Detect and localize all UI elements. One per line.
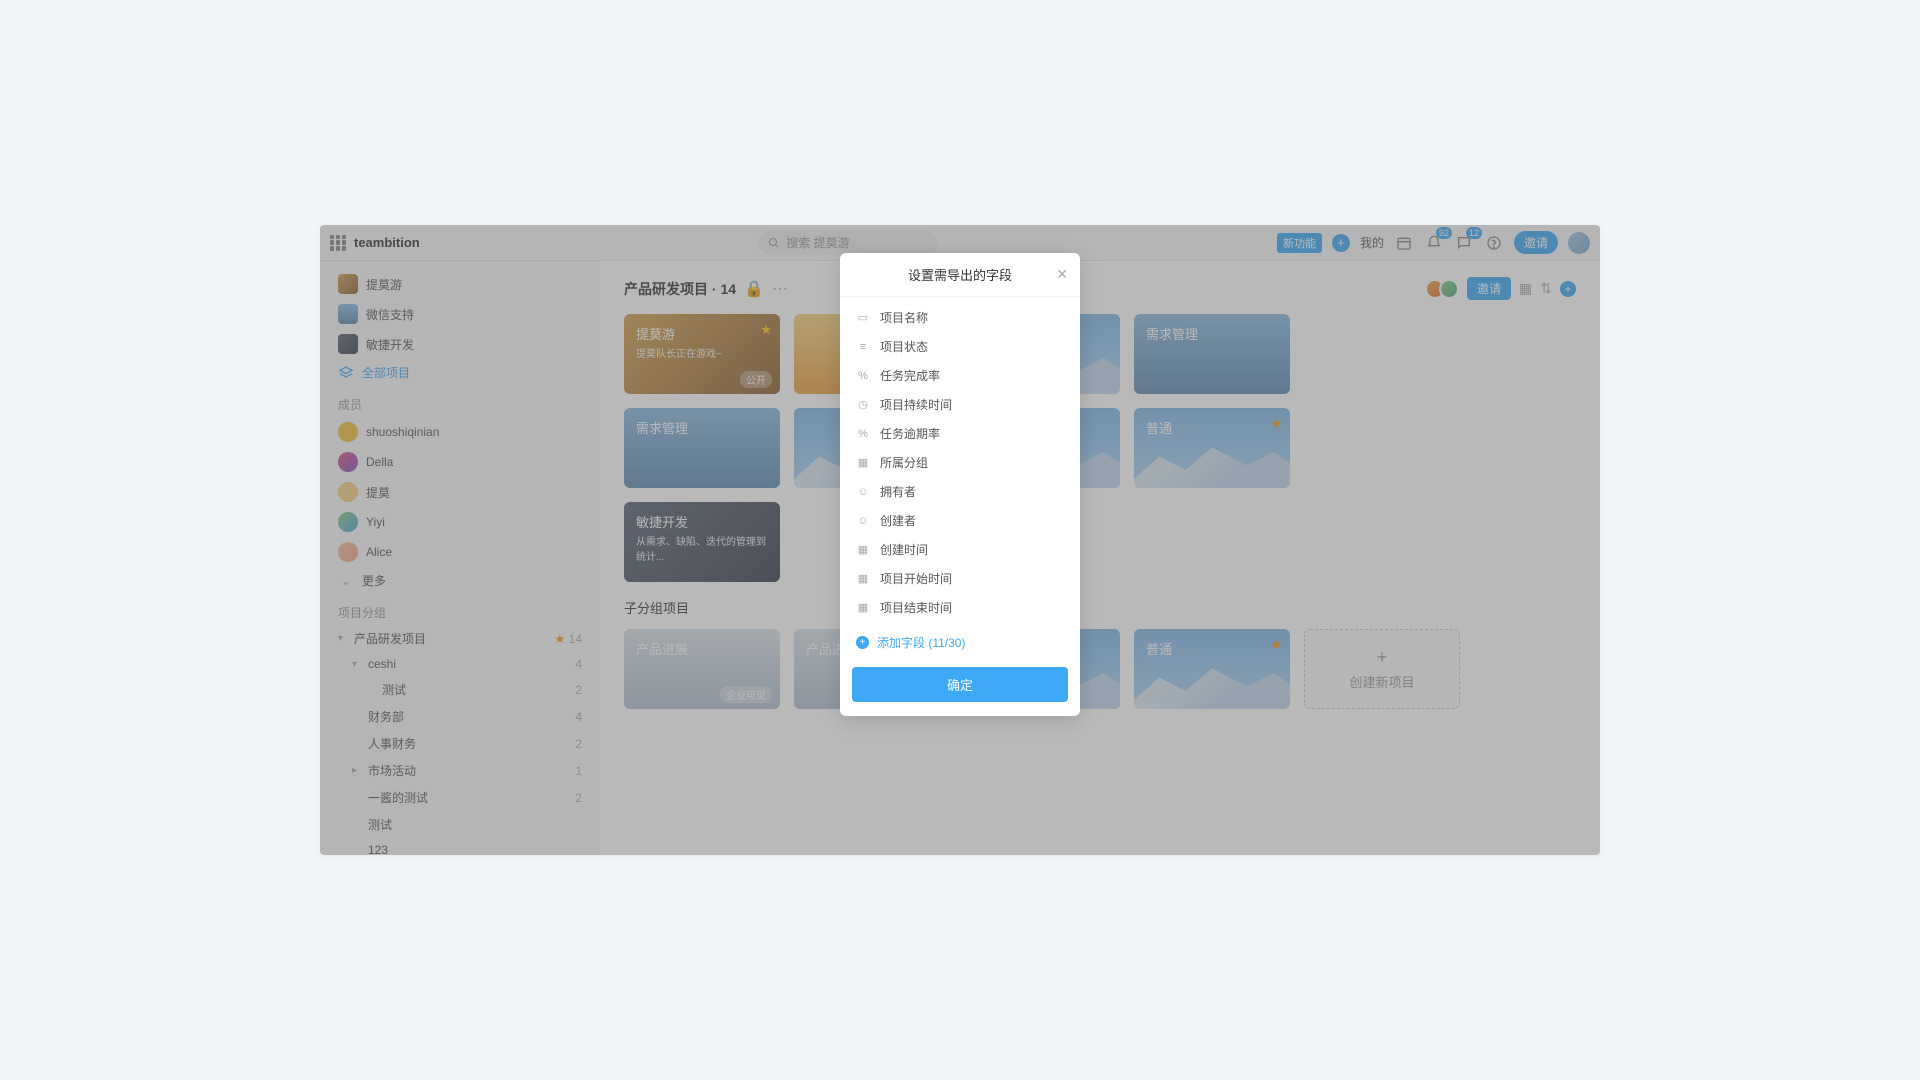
field-type-icon: %: [856, 369, 870, 383]
export-field-item[interactable]: ▦项目结束时间: [840, 593, 1080, 622]
export-field-item[interactable]: ▦所属分组: [840, 448, 1080, 477]
field-type-icon: ☺: [856, 514, 870, 528]
export-field-item[interactable]: ▭项目名称: [840, 303, 1080, 332]
export-fields-modal: 设置需导出的字段 ✕ ▭项目名称≡项目状态%任务完成率◷项目持续时间%任务逾期率…: [840, 253, 1080, 716]
field-type-icon: ≡: [856, 340, 870, 354]
field-type-icon: ◷: [856, 398, 870, 412]
field-type-icon: ☺: [856, 485, 870, 499]
field-type-icon: ▦: [856, 572, 870, 586]
plus-icon: +: [856, 636, 869, 649]
export-field-item[interactable]: ≡项目状态: [840, 332, 1080, 361]
confirm-button[interactable]: 确定: [852, 667, 1068, 702]
field-type-icon: ▦: [856, 601, 870, 615]
modal-title: 设置需导出的字段: [908, 265, 1012, 284]
export-field-item[interactable]: %任务逾期率: [840, 419, 1080, 448]
add-field-button[interactable]: + 添加字段 (11/30): [840, 628, 1080, 657]
export-field-item[interactable]: ☺拥有者: [840, 477, 1080, 506]
export-field-item[interactable]: ◷项目持续时间: [840, 390, 1080, 419]
field-type-icon: ▭: [856, 311, 870, 325]
export-field-item[interactable]: ▦创建时间: [840, 535, 1080, 564]
export-field-item[interactable]: ☺创建者: [840, 506, 1080, 535]
field-type-icon: %: [856, 427, 870, 441]
close-icon[interactable]: ✕: [1056, 266, 1068, 283]
export-field-item[interactable]: ▦项目开始时间: [840, 564, 1080, 593]
field-type-icon: ▦: [856, 543, 870, 557]
export-field-item[interactable]: %任务完成率: [840, 361, 1080, 390]
field-type-icon: ▦: [856, 456, 870, 470]
